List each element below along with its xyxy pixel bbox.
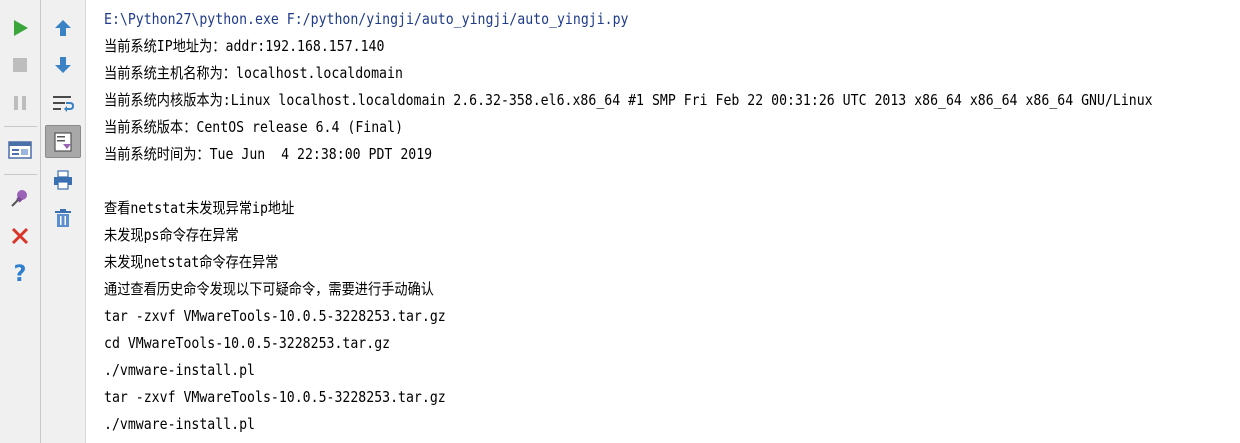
arrow-down-icon xyxy=(55,57,71,73)
console-line: 当前系统时间为：Tue Jun 4 22:38:00 PDT 2019 xyxy=(104,145,433,163)
toolbar-separator xyxy=(4,126,37,127)
console-output[interactable]: E:\Python27\python.exe F:/python/yingji/… xyxy=(86,0,1240,443)
console-line: 当前系统IP地址为：addr:192.168.157.140 xyxy=(104,37,385,55)
trash-icon xyxy=(55,209,71,227)
scroll-to-end-button[interactable] xyxy=(45,125,81,158)
console-line: cd VMwareTools-10.0.5-3228253.tar.gz xyxy=(104,334,391,352)
console-line: 查看netstat未发现异常ip地址 xyxy=(104,199,295,217)
console-line: 当前系统版本：CentOS release 6.4 (Final) xyxy=(104,118,404,136)
run-icon xyxy=(14,20,28,36)
help-icon: ? xyxy=(14,262,27,284)
console-line: 未发现ps命令存在异常 xyxy=(104,226,239,244)
arrow-up-icon xyxy=(55,20,71,36)
pause-button[interactable] xyxy=(7,90,33,116)
console-line-command: E:\Python27\python.exe F:/python/yingji/… xyxy=(104,10,629,28)
pause-icon xyxy=(14,96,26,110)
console-line: 当前系统内核版本为:Linux localhost.localdomain 2.… xyxy=(104,91,1153,109)
clear-button[interactable] xyxy=(50,205,76,231)
scroll-to-end-icon xyxy=(54,131,72,152)
pin-button[interactable] xyxy=(7,185,33,211)
run-button[interactable] xyxy=(7,15,33,41)
run-toolbar: ? xyxy=(0,0,41,443)
pin-icon xyxy=(11,190,27,207)
close-icon xyxy=(11,227,29,245)
up-button[interactable] xyxy=(50,15,76,41)
console-line: 通过查看历史命令发现以下可疑命令，需要进行手动确认 xyxy=(104,280,435,298)
help-button[interactable]: ? xyxy=(7,260,33,286)
down-button[interactable] xyxy=(50,52,76,78)
console-toolbar xyxy=(41,0,86,443)
soft-wrap-button[interactable] xyxy=(50,90,76,116)
print-icon xyxy=(54,170,72,190)
close-button[interactable] xyxy=(7,223,33,249)
console-line: 当前系统主机名称为：localhost.localdomain xyxy=(104,64,403,82)
soft-wrap-icon xyxy=(53,96,74,112)
console-line: ./vmware-install.pl xyxy=(104,415,256,433)
layout-icon xyxy=(8,141,32,159)
console-line: 未发现netstat命令存在异常 xyxy=(104,253,279,271)
console-line: tar -zxvf VMwareTools-10.0.5-3228253.tar… xyxy=(104,388,446,406)
svg-text:?: ? xyxy=(14,262,27,284)
console-line: tar -zxvf VMwareTools-10.0.5-3228253.tar… xyxy=(104,307,446,325)
toolbar-separator xyxy=(4,174,37,175)
console-line: ./vmware-install.pl xyxy=(104,361,256,379)
stop-icon xyxy=(13,58,27,72)
stop-button[interactable] xyxy=(7,52,33,78)
print-button[interactable] xyxy=(50,167,76,193)
layout-button[interactable] xyxy=(7,137,33,163)
